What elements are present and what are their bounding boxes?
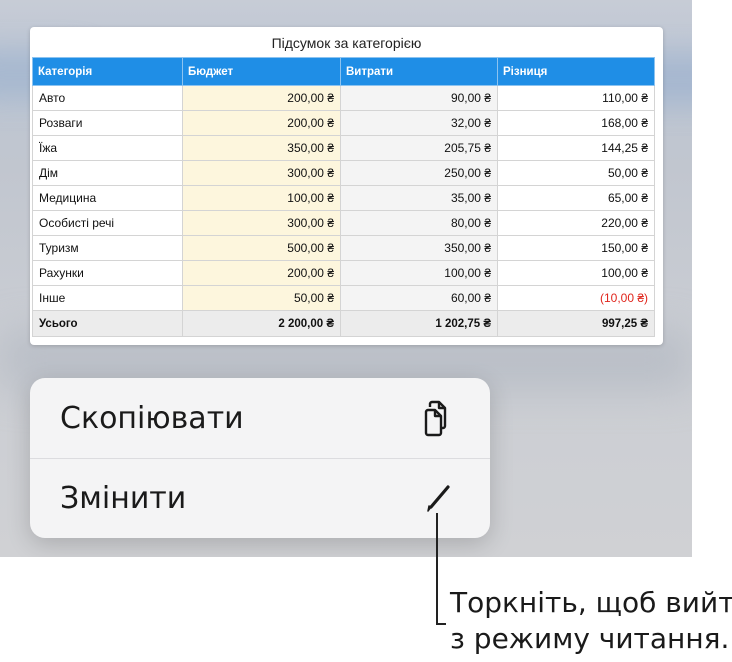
table-row: Інше 50,00 ₴ 60,00 ₴ (10,00 ₴) xyxy=(32,285,655,311)
table-header-row: Категорія Бюджет Витрати Різниця xyxy=(32,57,655,86)
table-row: Туризм 500,00 ₴ 350,00 ₴ 150,00 ₴ xyxy=(32,235,655,261)
callout-line xyxy=(436,513,438,625)
cell-spent: 90,00 ₴ xyxy=(340,85,498,111)
cell-difference: 150,00 ₴ xyxy=(497,235,655,261)
cell-category: Особисті речі xyxy=(32,210,183,236)
copy-menu-item[interactable]: Скопіювати xyxy=(30,378,490,459)
cell-spent: 32,00 ₴ xyxy=(340,110,498,136)
cell-difference: 65,00 ₴ xyxy=(497,185,655,211)
cell-budget: 500,00 ₴ xyxy=(182,235,341,261)
callout-line-foot xyxy=(436,623,446,625)
cell-spent: 35,00 ₴ xyxy=(340,185,498,211)
callout-line-2: з режиму читання. xyxy=(450,622,730,655)
total-difference: 997,25 ₴ xyxy=(497,310,655,337)
cell-budget: 200,00 ₴ xyxy=(182,110,341,136)
cell-budget: 100,00 ₴ xyxy=(182,185,341,211)
header-spent: Витрати xyxy=(340,57,498,86)
category-summary-table: Категорія Бюджет Витрати Різниця Авто 20… xyxy=(32,57,655,337)
cell-difference: 50,00 ₴ xyxy=(497,160,655,186)
cell-spent: 100,00 ₴ xyxy=(340,260,498,286)
cell-spent: 205,75 ₴ xyxy=(340,135,498,161)
cell-spent: 350,00 ₴ xyxy=(340,235,498,261)
table-row: Медицина 100,00 ₴ 35,00 ₴ 65,00 ₴ xyxy=(32,185,655,211)
cell-spent: 250,00 ₴ xyxy=(340,160,498,186)
total-row: Усього 2 200,00 ₴ 1 202,75 ₴ 997,25 ₴ xyxy=(32,310,655,337)
cell-category: Медицина xyxy=(32,185,183,211)
cell-category: Інше xyxy=(32,285,183,311)
app-background: Підсумок за категорією Категорія Бюджет … xyxy=(0,0,692,557)
cell-category: Рахунки xyxy=(32,260,183,286)
table-row: Розваги 200,00 ₴ 32,00 ₴ 168,00 ₴ xyxy=(32,110,655,136)
edit-label: Змінити xyxy=(60,480,187,516)
cell-difference-negative: (10,00 ₴) xyxy=(497,285,655,311)
cell-budget: 200,00 ₴ xyxy=(182,260,341,286)
table-title: Підсумок за категорією xyxy=(271,35,422,51)
edit-menu-item[interactable]: Змінити xyxy=(30,458,490,538)
pencil-icon xyxy=(427,485,450,512)
cell-budget: 350,00 ₴ xyxy=(182,135,341,161)
cell-difference: 100,00 ₴ xyxy=(497,260,655,286)
table-preview: Підсумок за категорією Категорія Бюджет … xyxy=(30,27,663,345)
cell-category: Дім xyxy=(32,160,183,186)
cell-category: Авто xyxy=(32,85,183,111)
table-row: Авто 200,00 ₴ 90,00 ₴ 110,00 ₴ xyxy=(32,85,655,111)
total-label: Усього xyxy=(32,310,183,337)
header-difference: Різниця xyxy=(497,57,655,86)
table-row: Особисті речі 300,00 ₴ 80,00 ₴ 220,00 ₴ xyxy=(32,210,655,236)
header-category: Категорія xyxy=(32,57,183,86)
cell-category: Розваги xyxy=(32,110,183,136)
total-budget: 2 200,00 ₴ xyxy=(182,310,341,337)
cell-difference: 110,00 ₴ xyxy=(497,85,655,111)
cell-spent: 60,00 ₴ xyxy=(340,285,498,311)
total-spent: 1 202,75 ₴ xyxy=(340,310,498,337)
copy-icon xyxy=(424,400,447,437)
cell-spent: 80,00 ₴ xyxy=(340,210,498,236)
cell-budget: 50,00 ₴ xyxy=(182,285,341,311)
table-row: Їжа 350,00 ₴ 205,75 ₴ 144,25 ₴ xyxy=(32,135,655,161)
cell-budget: 200,00 ₴ xyxy=(182,85,341,111)
callout-line-1: Торкніть, щоб вийти xyxy=(450,586,732,619)
copy-label: Скопіювати xyxy=(60,400,244,436)
callout-text: Торкніть, щоб вийти з режиму читання. xyxy=(450,585,732,657)
cell-difference: 144,25 ₴ xyxy=(497,135,655,161)
cell-category: Їжа xyxy=(32,135,183,161)
cell-budget: 300,00 ₴ xyxy=(182,210,341,236)
cell-difference: 168,00 ₴ xyxy=(497,110,655,136)
cell-category: Туризм xyxy=(32,235,183,261)
cell-budget: 300,00 ₴ xyxy=(182,160,341,186)
table-row: Рахунки 200,00 ₴ 100,00 ₴ 100,00 ₴ xyxy=(32,260,655,286)
header-budget: Бюджет xyxy=(182,57,341,86)
context-menu: Скопіювати Змінити xyxy=(30,378,490,538)
cell-difference: 220,00 ₴ xyxy=(497,210,655,236)
table-row: Дім 300,00 ₴ 250,00 ₴ 50,00 ₴ xyxy=(32,160,655,186)
